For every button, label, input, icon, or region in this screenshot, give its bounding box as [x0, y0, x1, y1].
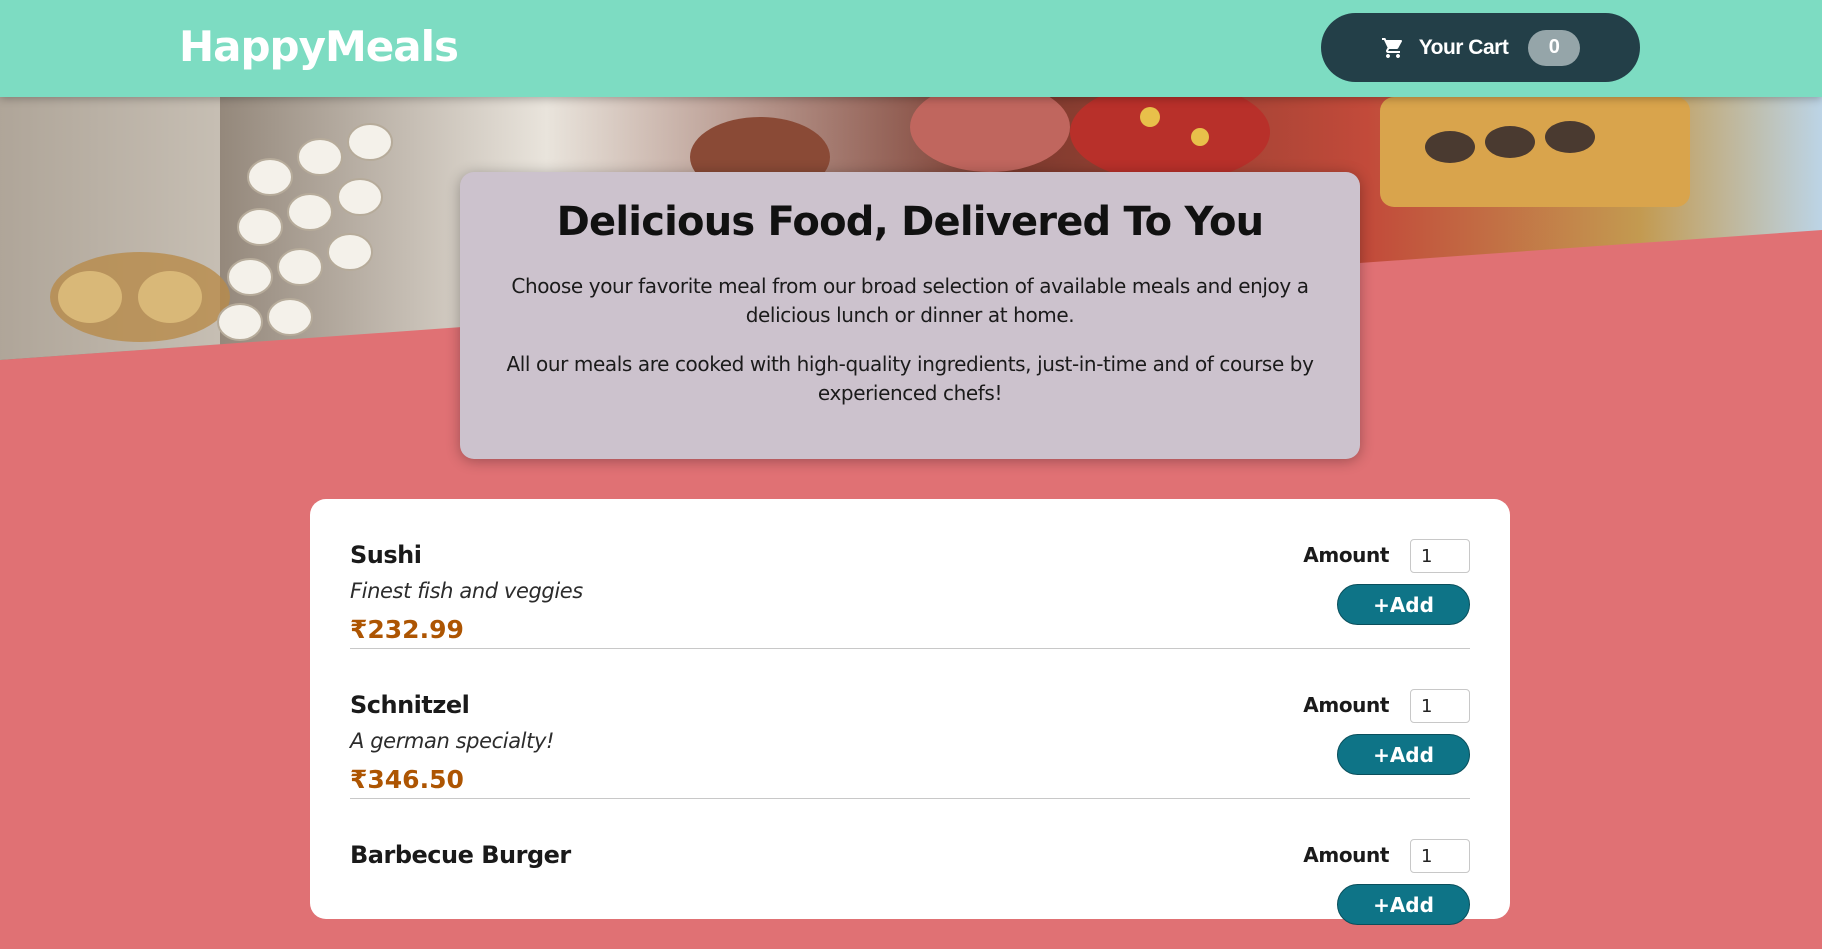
cart-button[interactable]: Your Cart 0 — [1321, 13, 1640, 82]
meal-price: ₹232.99 — [350, 615, 464, 644]
logo: HappyMeals — [179, 22, 459, 71]
header: HappyMeals Your Cart 0 — [0, 0, 1822, 97]
meal-description: A german specialty! — [350, 729, 554, 753]
add-to-cart-button[interactable]: +Add — [1337, 584, 1470, 625]
cart-label: Your Cart — [1418, 35, 1509, 59]
meal-name: Sushi — [350, 541, 422, 569]
amount-label: Amount — [1303, 843, 1389, 867]
cart-count-badge: 0 — [1528, 29, 1581, 66]
meal-name: Schnitzel — [350, 691, 470, 719]
meal-price: ₹346.50 — [350, 765, 464, 794]
amount-input[interactable] — [1410, 539, 1470, 573]
summary-paragraph-2: All our meals are cooked with high-quali… — [506, 352, 1314, 405]
amount-input[interactable] — [1410, 689, 1470, 723]
summary-card: Delicious Food, Delivered To You Choose … — [460, 172, 1360, 459]
cart-icon — [1381, 36, 1405, 60]
add-to-cart-button[interactable]: +Add — [1337, 884, 1470, 925]
amount-label: Amount — [1303, 693, 1389, 717]
meals-list: Sushi Finest fish and veggies ₹232.99 Am… — [310, 499, 1510, 925]
meal-item: Sushi Finest fish and veggies ₹232.99 Am… — [350, 499, 1470, 649]
summary-paragraph-1: Choose your favorite meal from our broad… — [511, 274, 1309, 327]
amount-input[interactable] — [1410, 839, 1470, 873]
add-to-cart-button[interactable]: +Add — [1337, 734, 1470, 775]
meal-description: Finest fish and veggies — [350, 579, 583, 603]
meal-item: Barbecue Burger Amount +Add — [350, 799, 1470, 949]
meal-item: Schnitzel A german specialty! ₹346.50 Am… — [350, 649, 1470, 799]
amount-label: Amount — [1303, 543, 1389, 567]
meal-name: Barbecue Burger — [350, 841, 571, 869]
summary-title: Delicious Food, Delivered To You — [556, 199, 1264, 245]
